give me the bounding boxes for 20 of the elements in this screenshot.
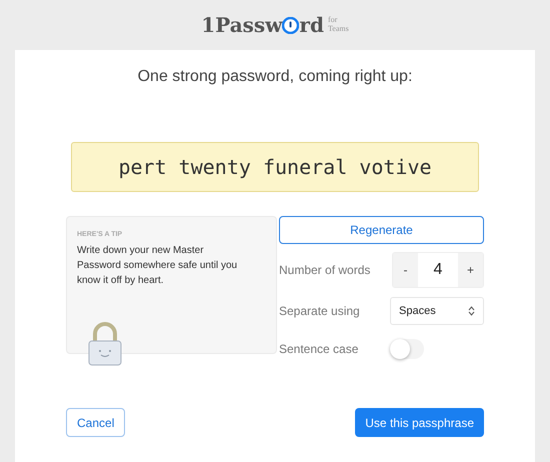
- logo-suffix: Teams: [328, 24, 349, 33]
- separator-select[interactable]: Spaces: [390, 297, 484, 325]
- increment-button[interactable]: +: [458, 253, 483, 287]
- heading: One strong password, coming right up:: [138, 68, 412, 86]
- logo-suffix: for: [328, 15, 338, 24]
- logo-text: 1Passw: [201, 13, 282, 37]
- cancel-button[interactable]: Cancel: [66, 408, 126, 437]
- chevron-icon: [468, 306, 475, 316]
- tip-text: Write down your new Master Password somewhere safe until you know it off by heart.: [77, 244, 238, 288]
- word-count-value: 4: [432, 260, 444, 280]
- decrement-button[interactable]: -: [393, 253, 418, 287]
- option-label: Separate using: [279, 304, 360, 318]
- use-passphrase-button[interactable]: Use this passphrase: [355, 408, 484, 437]
- logo-text: rd: [299, 13, 324, 37]
- option-label: Sentence case: [279, 342, 358, 356]
- regenerate-button[interactable]: Regenerate: [279, 216, 484, 244]
- sentence-case-toggle[interactable]: [390, 339, 424, 359]
- generated-password: pert twenty funeral votive: [71, 142, 479, 192]
- keyhole-icon: [282, 16, 300, 34]
- option-label: Number of words: [279, 263, 370, 277]
